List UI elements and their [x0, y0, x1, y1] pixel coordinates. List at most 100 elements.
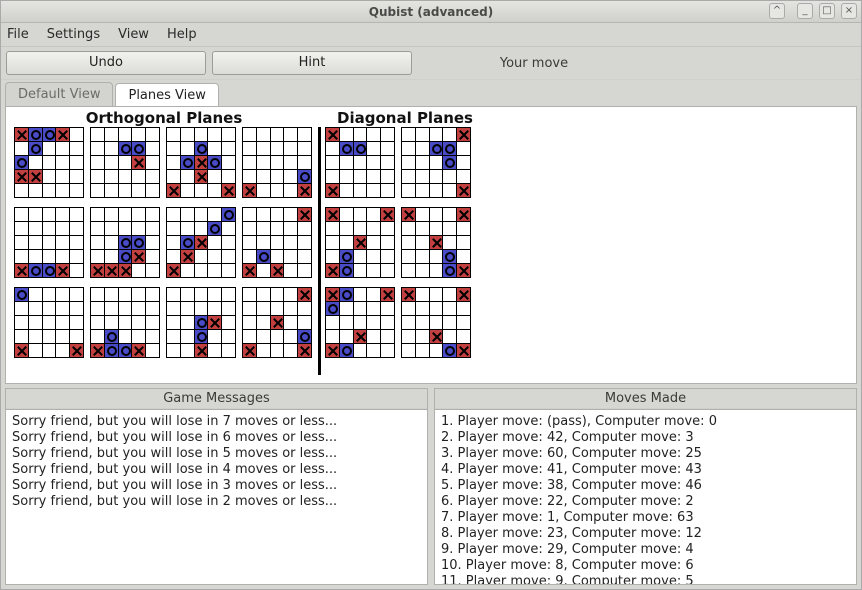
- cell[interactable]: [402, 236, 416, 250]
- cell[interactable]: [70, 208, 84, 222]
- cell[interactable]: [402, 264, 416, 278]
- cell[interactable]: [118, 250, 132, 264]
- cell[interactable]: [243, 170, 257, 184]
- window-close-button[interactable]: ×: [841, 3, 857, 19]
- cell[interactable]: [298, 288, 312, 302]
- cell[interactable]: [443, 142, 457, 156]
- cell[interactable]: [208, 208, 222, 222]
- cell[interactable]: [15, 222, 29, 236]
- cell[interactable]: [298, 344, 312, 358]
- cell[interactable]: [326, 264, 340, 278]
- cell[interactable]: [194, 288, 208, 302]
- cell[interactable]: [256, 222, 270, 236]
- cell[interactable]: [42, 288, 56, 302]
- cell[interactable]: [457, 156, 471, 170]
- cell[interactable]: [208, 316, 222, 330]
- cell[interactable]: [381, 330, 395, 344]
- cell[interactable]: [167, 302, 181, 316]
- cell[interactable]: [326, 302, 340, 316]
- window-maximize-button[interactable]: □: [819, 3, 835, 19]
- cell[interactable]: [415, 302, 429, 316]
- cell[interactable]: [298, 170, 312, 184]
- cell[interactable]: [28, 184, 42, 198]
- cell[interactable]: [15, 344, 29, 358]
- cell[interactable]: [284, 250, 298, 264]
- cell[interactable]: [167, 208, 181, 222]
- cell[interactable]: [402, 222, 416, 236]
- cell[interactable]: [28, 156, 42, 170]
- cell[interactable]: [284, 302, 298, 316]
- cell[interactable]: [243, 264, 257, 278]
- cell[interactable]: [415, 288, 429, 302]
- cell[interactable]: [208, 344, 222, 358]
- cell[interactable]: [402, 208, 416, 222]
- cell[interactable]: [298, 184, 312, 198]
- cell[interactable]: [402, 156, 416, 170]
- cell[interactable]: [132, 128, 146, 142]
- cell[interactable]: [167, 330, 181, 344]
- cell[interactable]: [381, 264, 395, 278]
- cell[interactable]: [402, 288, 416, 302]
- cell[interactable]: [367, 264, 381, 278]
- cell[interactable]: [104, 316, 118, 330]
- cell[interactable]: [270, 330, 284, 344]
- cell[interactable]: [353, 128, 367, 142]
- cell[interactable]: [367, 142, 381, 156]
- cell[interactable]: [222, 236, 236, 250]
- cell[interactable]: [42, 184, 56, 198]
- cell[interactable]: [429, 344, 443, 358]
- cell[interactable]: [132, 142, 146, 156]
- cell[interactable]: [56, 344, 70, 358]
- cell[interactable]: [91, 208, 105, 222]
- tab-planes-view[interactable]: Planes View: [115, 83, 218, 107]
- cell[interactable]: [443, 302, 457, 316]
- cell[interactable]: [146, 288, 160, 302]
- cell[interactable]: [339, 288, 353, 302]
- cell[interactable]: [381, 236, 395, 250]
- cell[interactable]: [15, 330, 29, 344]
- undo-button[interactable]: Undo: [6, 51, 206, 75]
- cell[interactable]: [42, 264, 56, 278]
- cell[interactable]: [402, 330, 416, 344]
- cell[interactable]: [70, 344, 84, 358]
- cell[interactable]: [91, 302, 105, 316]
- cell[interactable]: [118, 288, 132, 302]
- cell[interactable]: [353, 344, 367, 358]
- cell[interactable]: [42, 156, 56, 170]
- cell[interactable]: [243, 236, 257, 250]
- cell[interactable]: [284, 316, 298, 330]
- cell[interactable]: [208, 250, 222, 264]
- cell[interactable]: [104, 128, 118, 142]
- cell[interactable]: [222, 250, 236, 264]
- cell[interactable]: [222, 288, 236, 302]
- cell[interactable]: [457, 222, 471, 236]
- cell[interactable]: [222, 208, 236, 222]
- cell[interactable]: [132, 250, 146, 264]
- cell[interactable]: [402, 170, 416, 184]
- cell[interactable]: [443, 156, 457, 170]
- cell[interactable]: [353, 208, 367, 222]
- cell[interactable]: [91, 288, 105, 302]
- cell[interactable]: [367, 302, 381, 316]
- cell[interactable]: [402, 344, 416, 358]
- cell[interactable]: [132, 236, 146, 250]
- cell[interactable]: [56, 302, 70, 316]
- cell[interactable]: [104, 264, 118, 278]
- cell[interactable]: [243, 222, 257, 236]
- cell[interactable]: [91, 222, 105, 236]
- cell[interactable]: [180, 208, 194, 222]
- cell[interactable]: [326, 142, 340, 156]
- cell[interactable]: [284, 170, 298, 184]
- cell[interactable]: [208, 264, 222, 278]
- cell[interactable]: [194, 236, 208, 250]
- cell[interactable]: [457, 344, 471, 358]
- cell[interactable]: [118, 264, 132, 278]
- cell[interactable]: [146, 170, 160, 184]
- cell[interactable]: [42, 236, 56, 250]
- cell[interactable]: [42, 250, 56, 264]
- cell[interactable]: [415, 208, 429, 222]
- cell[interactable]: [118, 330, 132, 344]
- cell[interactable]: [339, 142, 353, 156]
- cell[interactable]: [243, 330, 257, 344]
- cell[interactable]: [208, 288, 222, 302]
